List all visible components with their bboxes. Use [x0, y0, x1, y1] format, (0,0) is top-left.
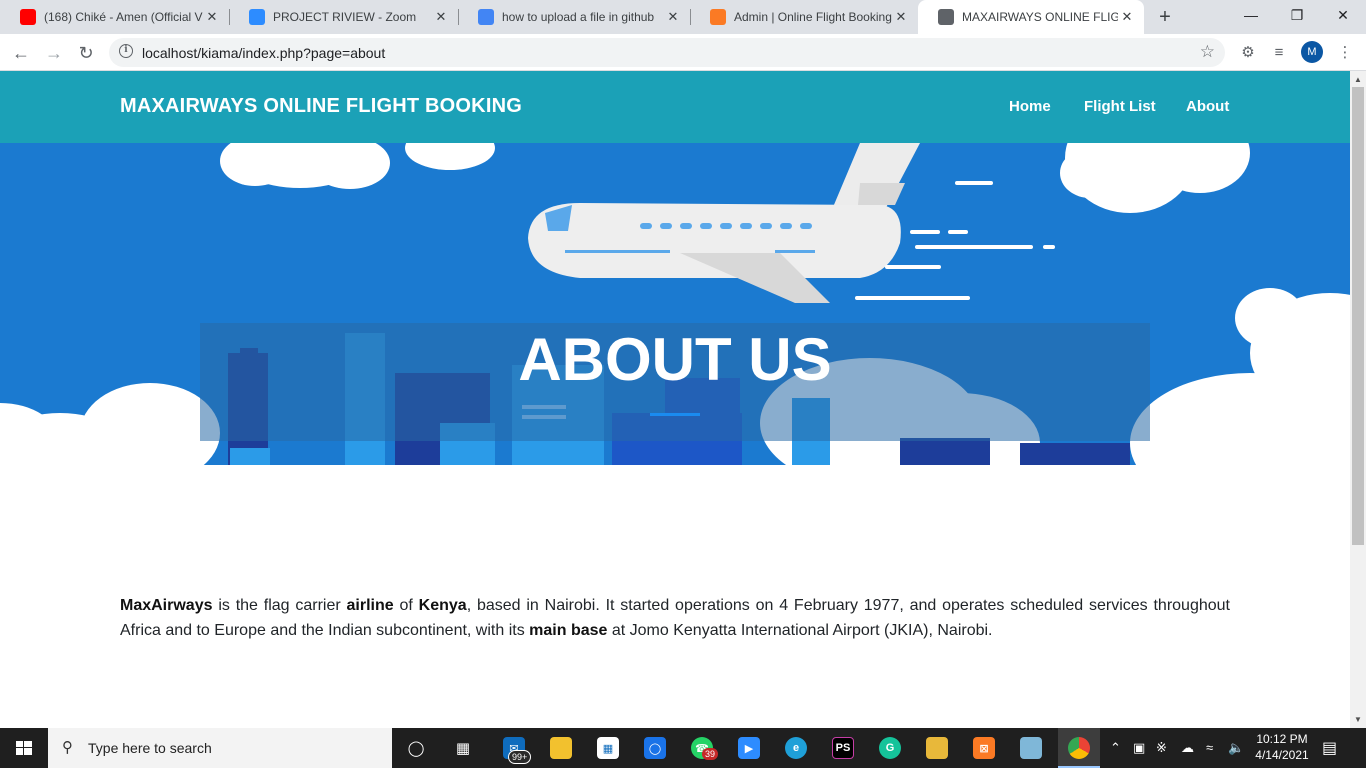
whatsapp-badge: 39 — [702, 748, 719, 760]
tab-title: MAXAIRWAYS ONLINE FLIGHT — [962, 10, 1118, 24]
back-icon[interactable]: ← — [8, 40, 34, 66]
site-info-icon[interactable]: i — [119, 44, 133, 58]
xampp-icon — [710, 9, 726, 25]
reload-icon[interactable]: ↻ — [73, 40, 99, 66]
minimize-button[interactable]: — — [1228, 0, 1274, 30]
system-clock[interactable]: 10:12 PM 4/14/2021 — [1252, 731, 1312, 763]
file-explorer-icon[interactable] — [545, 732, 577, 764]
google-icon — [478, 9, 494, 25]
scroll-down-arrow-icon[interactable]: ▼ — [1354, 715, 1362, 724]
tab-separator — [458, 9, 459, 25]
globe-icon — [938, 9, 954, 25]
text-segment: is the flag carrier — [212, 597, 347, 614]
browser-tab[interactable]: Admin | Online Flight Booking ✕ — [690, 0, 918, 34]
notification-center-icon[interactable]: ▤ — [1322, 738, 1337, 758]
scroll-up-arrow-icon[interactable]: ▲ — [1354, 75, 1362, 84]
browser-tab[interactable]: PROJECT RIVIEW - Zoom ✕ — [229, 0, 458, 34]
search-icon: ⚲ — [62, 739, 73, 756]
windows-logo-icon — [16, 741, 32, 755]
taskbar-search[interactable]: ⚲ Type here to search — [48, 728, 392, 768]
browser-tab[interactable]: MAXAIRWAYS ONLINE FLIGHT✕ — [918, 0, 1144, 34]
address-bar[interactable]: i localhost/kiama/index.php?page=about ☆ — [109, 38, 1225, 67]
mail-app-icon[interactable]: ✉ 99+ — [498, 732, 532, 764]
nav-home[interactable]: Home — [1009, 98, 1051, 115]
url-text[interactable]: localhost/kiama/index.php?page=about — [142, 45, 385, 61]
onedrive-icon[interactable]: ☁ — [1181, 740, 1194, 756]
instagram-app-icon[interactable]: ◯ — [639, 732, 671, 764]
meet-now-icon[interactable]: ▣ — [1133, 740, 1145, 756]
new-tab-button[interactable]: + — [1152, 4, 1178, 30]
browser-tab[interactable]: how to upload a file in github ✕ — [458, 0, 690, 34]
page-scrollbar[interactable]: ▲ ▼ — [1350, 71, 1366, 728]
clock-time: 10:12 PM — [1256, 732, 1308, 746]
site-brand[interactable]: MAXAIRWAYS ONLINE FLIGHT BOOKING — [120, 95, 522, 118]
input-method-icon[interactable]: ※ — [1156, 740, 1167, 756]
nav-about[interactable]: About — [1186, 98, 1229, 115]
volume-icon[interactable]: 🔈 — [1228, 740, 1244, 756]
extensions-icon[interactable]: ⚙ — [1236, 41, 1260, 65]
whatsapp-icon[interactable]: ☎ 39 — [686, 732, 719, 764]
tab-close-icon[interactable]: ✕ — [892, 9, 910, 25]
bookmark-star-icon[interactable]: ☆ — [1200, 42, 1215, 62]
tab-title: Admin | Online Flight Booking — [734, 10, 892, 24]
browser-tab[interactable]: (168) Chiké - Amen (Official Vi ✕ — [0, 0, 229, 34]
about-paragraph: MaxAirways is the flag carrier airline o… — [120, 593, 1230, 643]
page-viewport: MAXAIRWAYS ONLINE FLIGHT BOOKING Home Fl… — [0, 71, 1350, 728]
scrollbar-thumb[interactable] — [1352, 87, 1364, 545]
start-button[interactable] — [0, 728, 48, 768]
folder-app-icon[interactable] — [921, 732, 953, 764]
tab-close-icon[interactable]: ✕ — [203, 9, 221, 25]
close-window-button[interactable]: ✕ — [1320, 0, 1366, 30]
tab-title: how to upload a file in github — [502, 10, 655, 24]
restore-button[interactable]: ❐ — [1274, 0, 1320, 30]
zoom-icon — [249, 9, 265, 25]
tab-close-icon[interactable]: ✕ — [1118, 9, 1136, 25]
profile-avatar[interactable]: M — [1301, 41, 1323, 63]
tray-chevron-icon[interactable]: ⌃ — [1110, 740, 1121, 756]
title-divider — [650, 413, 700, 416]
bold-term: airline — [346, 597, 394, 614]
tab-close-icon[interactable]: ✕ — [664, 9, 682, 25]
clock-date: 4/14/2021 — [1255, 748, 1309, 762]
bold-term: Kenya — [418, 597, 467, 614]
bold-term: main base — [529, 622, 608, 639]
bold-term: MaxAirways — [120, 597, 213, 614]
tab-title: PROJECT RIVIEW - Zoom — [273, 10, 417, 24]
tab-separator — [229, 9, 230, 25]
search-placeholder[interactable]: Type here to search — [88, 740, 212, 756]
text-segment: at Jomo Kenyatta International Airport (… — [607, 622, 993, 639]
menu-kebab-icon[interactable]: ⋮ — [1333, 41, 1357, 65]
notes-app-icon[interactable] — [1015, 732, 1047, 764]
tab-close-icon[interactable]: ✕ — [432, 9, 450, 25]
text-segment: of — [393, 597, 419, 614]
media-control-icon[interactable]: ≡ — [1267, 41, 1291, 65]
edge-icon[interactable]: e — [780, 732, 812, 764]
hero-banner: ABOUT US — [0, 143, 1350, 465]
wifi-icon[interactable]: ≈ — [1206, 740, 1213, 755]
cortana-icon[interactable]: ◯ — [400, 732, 432, 764]
task-view-icon[interactable]: ▦ — [447, 732, 479, 764]
browser-toolbar: ← → ↻ i localhost/kiama/index.php?page=a… — [0, 34, 1366, 71]
nav-flight-list[interactable]: Flight List — [1084, 98, 1156, 115]
xampp-app-icon[interactable]: ⊠ — [968, 732, 1000, 764]
browser-tab-strip: (168) Chiké - Amen (Official Vi ✕ PROJECT … — [0, 0, 1366, 34]
mail-badge: 99+ — [508, 750, 532, 764]
page-title: ABOUT US — [518, 326, 832, 393]
chrome-taskbar-icon[interactable] — [1058, 728, 1100, 768]
phpstorm-icon[interactable]: PS — [827, 732, 859, 764]
tab-title: (168) Chiké - Amen (Official Vi — [44, 10, 203, 24]
tab-separator — [690, 9, 691, 25]
youtube-icon — [20, 9, 36, 25]
store-icon[interactable]: ▦ — [592, 732, 624, 764]
site-navbar: MAXAIRWAYS ONLINE FLIGHT BOOKING Home Fl… — [0, 71, 1350, 143]
grammarly-icon[interactable]: G — [874, 732, 906, 764]
windows-taskbar: ⚲ Type here to search ◯ ▦ ✉ 99+ ▦ ◯ ☎ 39… — [0, 728, 1366, 768]
forward-icon[interactable]: → — [41, 40, 67, 66]
zoom-app-icon[interactable]: ▶ — [733, 732, 765, 764]
